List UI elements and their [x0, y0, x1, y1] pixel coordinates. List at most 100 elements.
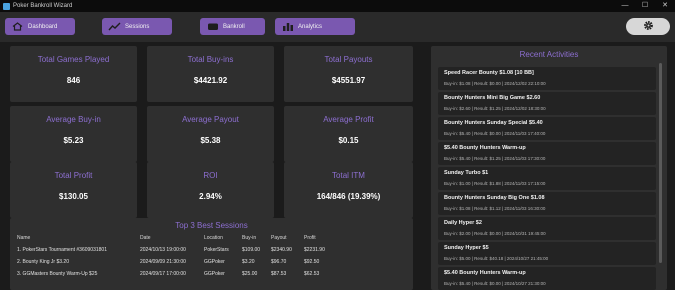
wallet-icon: [206, 22, 219, 31]
stat-value: $5.38: [200, 136, 221, 145]
table-header-row: Name Date Location Buy-in Payout Profit: [10, 235, 413, 246]
session-name: 3. GGMasters Bounty Warm-Up $25: [17, 271, 98, 277]
activity-detail: Buy-in: $1.00 | Result: $1.88 | 2024/11/…: [444, 181, 546, 186]
column-header: Date: [140, 235, 151, 241]
activity-name: Sunday Hyper $5: [444, 245, 489, 251]
column-header: Profit: [304, 235, 316, 241]
activity-item[interactable]: Sunday Turbo $1 Buy-in: $1.00 | Result: …: [438, 167, 656, 190]
stat-label: Total Profit: [54, 171, 93, 180]
table-row[interactable]: 2. Bounty King Jr $3.20 2024/09/09 21:30…: [10, 259, 413, 270]
activity-item[interactable]: Daily Hyper $2 Buy-in: $2.00 | Result: $…: [438, 217, 656, 240]
activity-item[interactable]: $5.40 Bounty Hunters Warm-up Buy-in: $5.…: [438, 142, 656, 165]
stat-card-total-payouts: Total Payouts $4551.97: [284, 46, 413, 102]
stat-label: Average Payout: [182, 115, 239, 124]
stat-label: Total ITM: [332, 171, 365, 180]
stat-value: $0.15: [338, 136, 359, 145]
stat-card-average-payout: Average Payout $5.38: [147, 106, 274, 162]
stat-card-total-games: Total Games Played 846: [10, 46, 137, 102]
stat-value: $130.05: [59, 192, 88, 201]
analytics-label: Analytics: [298, 23, 323, 30]
session-profit: $62.53: [304, 271, 320, 277]
home-icon: [11, 22, 24, 31]
window-controls: — ☐ ✕: [615, 0, 675, 12]
activity-item[interactable]: Speed Racer Bounty $1.08 [10 BB] Buy-in:…: [438, 67, 656, 90]
activity-name: $5.40 Bounty Hunters Warm-up: [444, 145, 526, 151]
session-date: 2024/09/17 17:00:00: [140, 271, 186, 277]
session-payout: $87.53: [271, 271, 287, 277]
activity-detail: Buy-in: $2.60 | Result: $1.25 | 2024/12/…: [444, 106, 546, 111]
gear-icon: [643, 18, 654, 36]
stat-value: 164/846 (19.39%): [316, 192, 381, 201]
stat-value: $5.23: [63, 136, 84, 145]
activity-item[interactable]: Bounty Hunters Sunday Special $5.40 Buy-…: [438, 117, 656, 140]
activity-item[interactable]: $5.40 Bounty Hunters Warm-up Buy-in: $5.…: [438, 267, 656, 290]
stat-card-total-itm: Total ITM 164/846 (19.39%): [284, 162, 413, 218]
activity-detail: Buy-in: $5.40 | Result: $0.00 | 2024/11/…: [444, 131, 546, 136]
bankroll-label: Bankroll: [223, 23, 245, 30]
session-date: 2024/09/09 21:30:00: [140, 259, 186, 265]
session-name: 1. PokerStars Tournament #3609031801: [17, 247, 107, 253]
analytics-button[interactable]: Analytics: [275, 18, 355, 35]
stat-card-total-profit: Total Profit $130.05: [10, 162, 137, 218]
session-location: GGPoker: [204, 271, 225, 277]
close-button[interactable]: ✕: [655, 0, 675, 12]
activity-item[interactable]: Sunday Hyper $5 Buy-in: $5.00 | Result: …: [438, 242, 656, 265]
sessions-button[interactable]: Sessions: [102, 18, 172, 35]
stat-value: 2.94%: [199, 192, 222, 201]
window-title: Poker Bankroll Wizard: [13, 3, 73, 9]
session-payout: $2340.90: [271, 247, 292, 253]
activity-detail: Buy-in: $5.00 | Result: $40.18 | 2024/10…: [444, 256, 549, 261]
activity-detail: Buy-in: $5.40 | Result: $1.25 | 2024/11/…: [444, 156, 546, 161]
activity-name: Bounty Hunters Sunday Big One $1.08: [444, 195, 545, 201]
session-buyin: $3.20: [242, 259, 255, 265]
stat-label: Average Buy-in: [46, 115, 101, 124]
column-header: Name: [17, 235, 31, 241]
dashboard-button[interactable]: Dashboard: [5, 18, 75, 35]
activity-name: Speed Racer Bounty $1.08 [10 BB]: [444, 70, 534, 76]
maximize-button[interactable]: ☐: [635, 0, 655, 12]
bankroll-button[interactable]: Bankroll: [200, 18, 265, 35]
title-bar: Poker Bankroll Wizard — ☐ ✕: [0, 0, 675, 12]
session-buyin: $109.00: [242, 247, 261, 253]
stat-value: 846: [66, 76, 81, 85]
session-buyin: $25.00: [242, 271, 258, 277]
stat-label: Average Profit: [323, 115, 374, 124]
session-name: 2. Bounty King Jr $3.20: [17, 259, 69, 265]
settings-button[interactable]: [626, 18, 670, 35]
activity-name: Bounty Hunters Sunday Special $5.40: [444, 120, 543, 126]
column-header: Payout: [271, 235, 287, 241]
session-profit: $2231.90: [304, 247, 325, 253]
activity-item[interactable]: Bounty Hunters Mini Big Game $2.60 Buy-i…: [438, 92, 656, 115]
best-sessions-panel: Top 3 Best Sessions Name Date Location B…: [10, 218, 413, 290]
stat-label: ROI: [203, 171, 218, 180]
table-row[interactable]: 1. PokerStars Tournament #3609031801 202…: [10, 247, 413, 258]
activity-detail: Buy-in: $1.08 | Result: $1.12 | 2024/11/…: [444, 206, 546, 211]
activity-item[interactable]: Bounty Hunters Sunday Big One $1.08 Buy-…: [438, 192, 656, 215]
activity-detail: Buy-in: $2.00 | Result: $0.00 | 2024/10/…: [444, 231, 546, 236]
minimize-button[interactable]: —: [615, 0, 635, 12]
recent-activities-title: Recent Activities: [519, 50, 579, 59]
dashboard-label: Dashboard: [28, 23, 58, 30]
activity-name: Bounty Hunters Mini Big Game $2.60: [444, 95, 541, 101]
session-profit: $92.50: [304, 259, 320, 265]
stat-label: Total Payouts: [324, 55, 373, 64]
stat-card-average-profit: Average Profit $0.15: [284, 106, 413, 162]
activities-scrollbar[interactable]: [659, 63, 662, 263]
activity-detail: Buy-in: $5.40 | Result: $0.00 | 2024/10/…: [444, 281, 546, 286]
stat-card-roi: ROI 2.94%: [147, 162, 274, 218]
nav-bar: Dashboard Sessions Bankroll Analytics: [0, 12, 675, 42]
stat-card-average-buyin: Average Buy-in $5.23: [10, 106, 137, 162]
best-sessions-title: Top 3 Best Sessions: [175, 221, 248, 230]
table-row[interactable]: 3. GGMasters Bounty Warm-Up $25 2024/09/…: [10, 271, 413, 282]
stat-value: $4551.97: [331, 76, 366, 85]
bar-chart-icon: [281, 22, 294, 31]
recent-activities-panel: Recent Activities Speed Racer Bounty $1.…: [431, 46, 667, 290]
session-location: GGPoker: [204, 259, 225, 265]
sessions-label: Sessions: [125, 23, 150, 30]
stat-label: Total Games Played: [37, 55, 110, 64]
app-logo-icon: [3, 2, 10, 10]
session-date: 2024/10/13 19:00:00: [140, 247, 186, 253]
activity-name: Sunday Turbo $1: [444, 170, 489, 176]
activity-name: $5.40 Bounty Hunters Warm-up: [444, 270, 526, 276]
column-header: Location: [204, 235, 223, 241]
